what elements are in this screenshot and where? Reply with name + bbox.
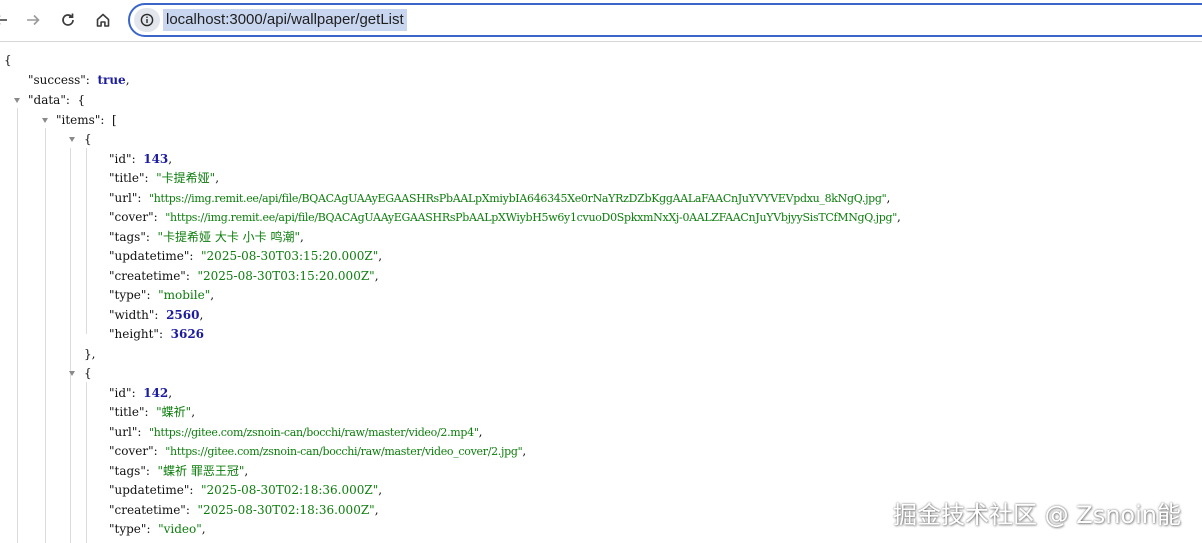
json-entry-tags: "tags": "卡提希娅 大卡 小卡 鸣潮", <box>109 230 304 244</box>
json-item-open: { <box>84 366 92 380</box>
json-viewer: { "success": true, "data": { "items": [ … <box>0 42 1202 543</box>
json-entry-cover: "cover": "https://gitee.com/zsnoin-can/b… <box>109 444 527 458</box>
json-entry-updatetime: "updatetime": "2025-08-30T02:18:36.000Z"… <box>109 483 383 497</box>
json-entry-cover: "cover": "https://img.remit.ee/api/file/… <box>109 210 901 224</box>
indent-guide <box>17 108 18 543</box>
address-url[interactable]: localhost:3000/api/wallpaper/getList <box>163 9 407 31</box>
json-entry-height: "height": 3626 <box>109 327 205 341</box>
reload-icon <box>62 13 74 26</box>
json-entry-createtime: "createtime": "2025-08-30T02:18:36.000Z"… <box>109 503 379 517</box>
json-entry-updatetime: "updatetime": "2025-08-30T03:15:20.000Z"… <box>109 249 383 263</box>
forward-arrow-icon <box>27 14 40 26</box>
json-entry-type: "type": "video", <box>109 522 206 536</box>
collapse-arrow-icon[interactable] <box>69 137 75 142</box>
collapse-arrow-icon[interactable] <box>14 98 20 103</box>
json-key: "items" <box>56 113 101 127</box>
json-root-open: { <box>4 52 12 68</box>
indent-guide <box>45 128 46 543</box>
indent-guide <box>86 382 87 543</box>
bracket: [ <box>112 113 117 127</box>
site-info-icon <box>140 13 154 27</box>
brace: { <box>4 53 12 67</box>
home-button[interactable] <box>90 7 116 33</box>
json-key: "data" <box>28 93 66 107</box>
json-entry-title: "title": "蝶祈", <box>109 405 196 419</box>
json-key: "success" <box>28 73 86 87</box>
json-entry-createtime: "createtime": "2025-08-30T03:15:20.000Z"… <box>109 269 379 283</box>
browser-toolbar: localhost:3000/api/wallpaper/getList <box>0 0 1202 42</box>
back-button[interactable] <box>0 7 14 33</box>
reload-button[interactable] <box>55 7 81 33</box>
json-value: true <box>97 73 126 87</box>
forward-button[interactable] <box>20 7 46 33</box>
json-entry-items: "items": [ <box>56 113 117 127</box>
json-item-open: { <box>84 132 92 146</box>
collapse-arrow-icon[interactable] <box>69 371 75 376</box>
indent-guide <box>86 148 87 334</box>
collapse-arrow-icon[interactable] <box>42 118 48 123</box>
json-entry-type: "type": "mobile", <box>109 288 215 302</box>
json-entry-success: "success": true, <box>28 73 130 87</box>
indent-guide <box>70 148 71 543</box>
watermark: 掘金技术社区 @ Zsnoin能 <box>893 501 1181 529</box>
json-entry-title: "title": "卡提希娅", <box>109 171 220 185</box>
json-entry-width: "width": 2560, <box>109 308 204 322</box>
json-entry-url: "url": "https://img.remit.ee/api/file/BQ… <box>109 191 891 205</box>
site-info-button[interactable] <box>134 8 160 32</box>
json-entry-data: "data": { <box>28 93 86 107</box>
json-entry-tags: "tags": "蝶祈 罪恶王冠", <box>109 464 249 478</box>
brace: { <box>77 93 86 107</box>
json-item-close: }, <box>84 347 96 361</box>
home-icon <box>96 13 110 27</box>
json-entry-url: "url": "https://gitee.com/zsnoin-can/boc… <box>109 425 483 439</box>
json-entry-id: "id": 142, <box>109 386 173 400</box>
json-entry-id: "id": 143, <box>109 152 173 166</box>
back-arrow-icon <box>0 15 7 25</box>
